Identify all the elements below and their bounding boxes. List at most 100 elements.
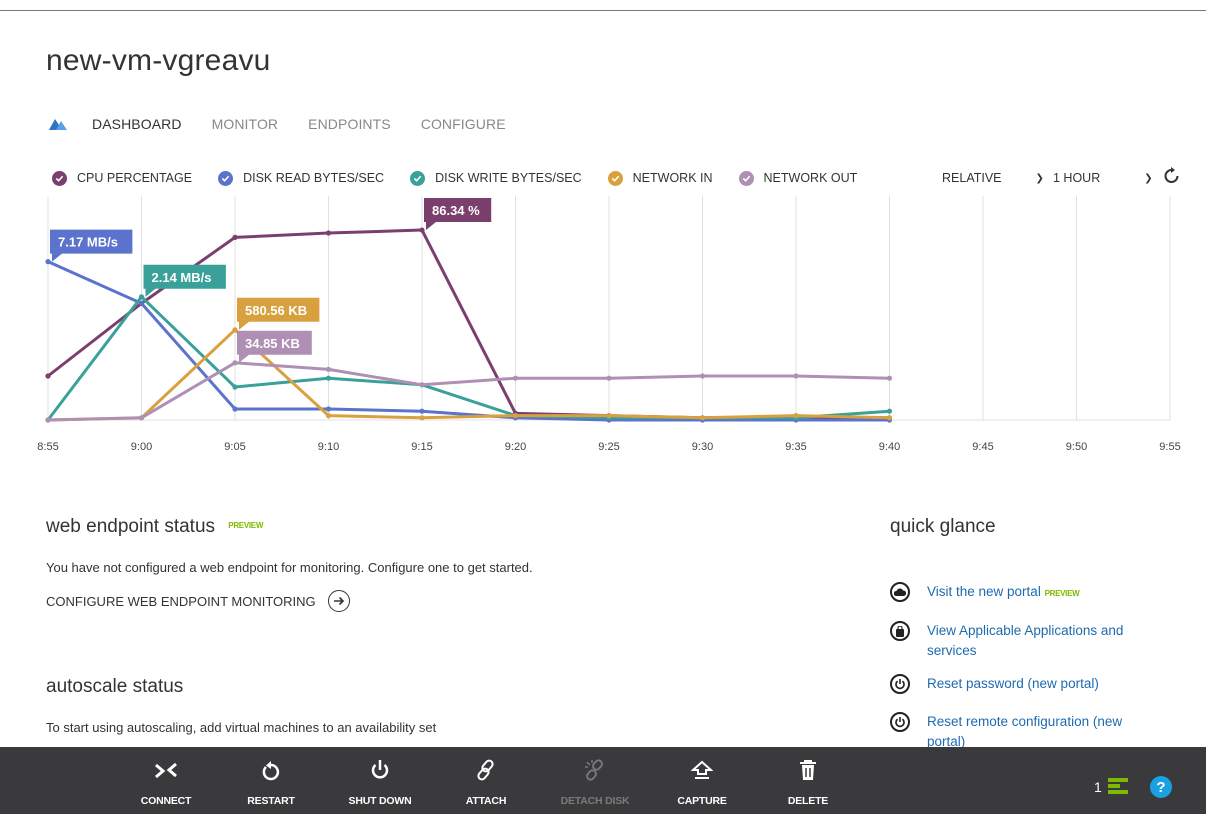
legend-disk-read[interactable]: DISK READ BYTES/SEC [218,170,385,186]
metrics-chart: 8:55 9:00 9:05 9:10 9:15 9:20 9:25 9:30 9:35 9:40… [37,196,1190,462]
detach-disk-button[interactable]: DETACH DISK [555,747,635,814]
check-icon [52,170,67,186]
capture-label: CAPTURE [677,795,727,807]
web-endpoint-message: You have not configured a web endpoint f… [46,560,533,575]
data-point [325,375,332,381]
data-point [699,415,706,421]
x-tick-label: 9:40 [879,441,900,453]
chevron-down-icon: ❯ [1144,172,1153,184]
shut-down-label: SHUT DOWN [348,795,412,807]
help-button[interactable]: ? [1150,776,1172,798]
broken-link-icon [584,747,606,785]
delete-label: DELETE [787,795,829,807]
list-icon [1107,778,1128,794]
delete-button[interactable]: DELETE [768,747,848,814]
data-point [606,413,612,419]
data-point [606,375,612,381]
data-point [325,366,332,372]
data-point [419,415,425,421]
callout-label: 7.17 MB/s [58,235,118,250]
data-point [886,375,893,381]
data-point [886,415,893,421]
preview-badge: PREVIEW [228,521,264,530]
shut-down-button[interactable]: SHUT DOWN [340,747,420,814]
series-line [46,295,890,421]
attach-button[interactable]: ATTACH [446,747,526,814]
series-line [47,228,890,420]
qg-label: View Applicable Applications and service… [927,623,1124,658]
range-value: 1 HOUR [1053,171,1101,185]
notifications-count: 1 [1094,779,1102,795]
data-point [419,408,425,414]
capture-icon [691,747,713,785]
notifications-button[interactable]: 1 [1094,778,1128,795]
view-applicable-applications-link[interactable]: View Applicable Applications and service… [890,621,1157,661]
x-tick-label: 8:55 [37,441,58,453]
x-tick-label: 9:50 [1066,441,1087,453]
x-tick-label: 9:35 [785,441,806,453]
restart-button[interactable]: RESTART [231,747,311,814]
command-bar: CONNECT RESTART SHUT DOWN ATTACH DETACH … [0,747,1206,814]
legend-disk-write[interactable]: DISK WRITE BYTES/SEC [410,170,582,186]
data-point [232,384,238,390]
data-point [419,227,425,233]
qg-label: Visit the new portal [927,584,1041,599]
tab-monitor[interactable]: MONITOR [212,116,279,132]
qg-label: Reset password (new portal) [927,676,1099,691]
preview-badge: PREVIEW [1044,589,1080,598]
top-divider [0,10,1206,11]
qg-label: Reset remote configuration (new portal) [927,714,1123,749]
data-point [419,382,425,388]
data-point [512,375,519,381]
callout-label: 580.56 KB [245,303,307,318]
web-endpoint-title: web endpoint status PREVIEW [46,516,263,538]
legend-label: NETWORK IN [632,171,713,185]
reset-remote-configuration-link[interactable]: Reset remote configuration (new portal) [890,712,1157,752]
tab-bar: DASHBOARD MONITOR ENDPOINTS CONFIGURE [46,114,536,134]
chevron-down-icon: ❯ [1035,172,1044,184]
bag-icon [890,621,910,641]
series-line [47,361,890,422]
cloud-icon [890,582,910,602]
legend-cpu-percentage[interactable]: CPU PERCENTAGE [52,170,193,186]
x-tick-label: 9:05 [224,441,245,453]
arrow-right-icon [327,590,350,612]
refresh-icon [1164,167,1179,183]
legend-network-in[interactable]: NETWORK IN [607,170,713,186]
connect-label: CONNECT [140,795,192,807]
tab-dashboard[interactable]: DASHBOARD [92,116,182,132]
autoscale-title: autoscale status [46,676,184,697]
data-point [138,294,145,300]
check-icon [410,170,426,186]
legend-network-out[interactable]: NETWORK OUT [738,170,857,186]
scale-value: RELATIVE [942,171,1002,185]
scale-dropdown[interactable]: RELATIVE ❯ [942,168,1044,188]
data-point [325,230,332,236]
legend-label: CPU PERCENTAGE [77,171,193,185]
data-point [45,417,51,423]
configure-web-endpoint-link[interactable]: CONFIGURE WEB ENDPOINT MONITORING [46,590,350,612]
tab-endpoints[interactable]: ENDPOINTS [308,116,391,132]
page-title: new-vm-vgreavu [46,44,271,77]
connect-button[interactable]: CONNECT [126,747,206,814]
data-point [232,327,238,333]
legend-label: DISK READ BYTES/SEC [243,171,385,185]
reset-password-link[interactable]: Reset password (new portal) [890,674,1157,694]
x-tick-label: 9:30 [692,441,713,453]
x-tick-label: 9:20 [505,441,526,453]
refresh-button[interactable] [1162,166,1182,186]
capture-button[interactable]: CAPTURE [662,747,742,814]
callout-label: 34.85 KB [245,336,300,351]
quick-glance-title: quick glance [890,516,996,537]
callout-label: 2.14 MB/s [152,270,212,285]
data-point [45,373,51,379]
cloud-service-icon [46,117,68,131]
tab-configure[interactable]: CONFIGURE [421,116,506,132]
data-point [699,373,706,379]
visit-new-portal-link[interactable]: Visit the new portal PREVIEW [890,582,1157,604]
range-dropdown[interactable]: 1 HOUR ❯ [1053,168,1153,188]
restart-label: RESTART [247,795,295,807]
x-tick-label: 9:00 [131,441,152,453]
data-point [232,360,238,366]
data-point [232,234,238,240]
